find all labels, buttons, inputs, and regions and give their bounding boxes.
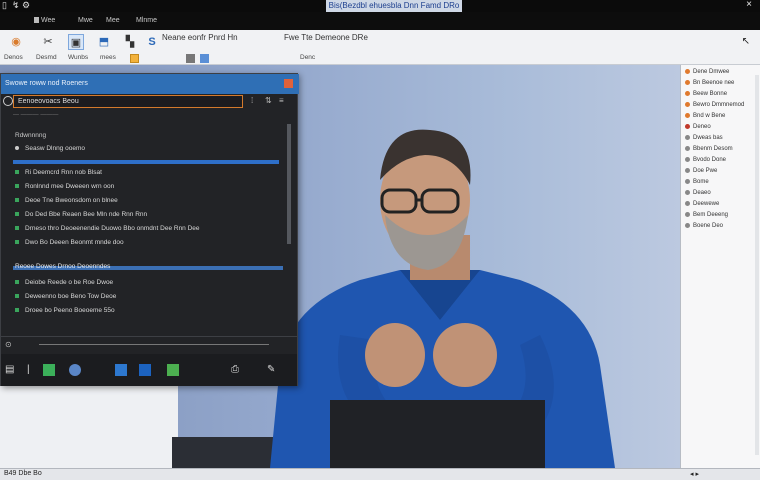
panel-item[interactable]: Bem Deeeng — [685, 210, 728, 220]
list-view-icon[interactable]: ≡ — [279, 96, 284, 105]
menu-item-3[interactable]: Mee — [106, 16, 120, 26]
menu-bar: Wee Mwe Mee Mlnme — [0, 12, 760, 30]
ribbon-toolbar: ◉ ✂ ▣ ⬒ ▚ S Neane eonfr Pnrd Hn Fwe Tte … — [0, 30, 760, 65]
ribbon-title-secondary: Fwe Tte Demeone DRe — [284, 33, 368, 42]
filter-icon[interactable]: ⁞ — [251, 96, 253, 105]
status-text: B49 Dbe Bo — [4, 470, 42, 477]
panel-item[interactable]: Deaeo — [685, 188, 711, 198]
sort-icon[interactable]: ⇅ — [265, 96, 272, 105]
list-item[interactable]: Ronlnnd mee Dweeen wrn oon — [15, 182, 114, 192]
panel-item[interactable]: Beew Bonne — [685, 89, 727, 99]
app-blue-icon[interactable] — [69, 364, 81, 376]
panel-item[interactable]: Bbenm Desom — [685, 144, 733, 154]
ribbon-label-2[interactable]: Desmd — [36, 54, 57, 61]
list-item[interactable]: Deweenno boe Beno Tow Deoe — [15, 292, 116, 302]
nav-arrows-icon[interactable]: ◂ ▸ — [690, 470, 699, 478]
fill-icon[interactable] — [186, 54, 195, 63]
ribbon-label-5[interactable]: Denc — [300, 54, 315, 61]
close-icon[interactable]: × — [746, 0, 752, 10]
color-icon[interactable] — [200, 54, 209, 63]
list-item[interactable]: Deiobe Reede o be Roe Dwoe — [15, 278, 113, 288]
cursor-icon[interactable]: ↖ — [742, 36, 750, 47]
pin-icon[interactable]: ↯ — [12, 1, 20, 10]
app-green-icon[interactable] — [43, 364, 55, 376]
app-window-icon[interactable] — [139, 364, 151, 376]
panel-item[interactable]: Bvodo Done — [685, 155, 726, 165]
list-header-row[interactable]: Seasw Dlnng ooemo — [15, 144, 85, 154]
progress-line — [39, 344, 269, 345]
panel-item[interactable]: Bn Beenoe nee — [685, 78, 734, 88]
status-bar: B49 Dbe Bo ◂ ▸ — [0, 468, 760, 480]
cut-icon[interactable]: ✂ — [40, 34, 56, 50]
list-item[interactable]: Do Ded Bbe Reaen Bee Mln nde Rnn Rnn — [15, 210, 147, 220]
list-item[interactable]: Drneso thro Deoeenendie Duowo Bbo onmdnt… — [15, 224, 200, 234]
dialog-footer: ⊙ — [1, 336, 297, 352]
panel-item[interactable]: Bewro Dmmnemod — [685, 100, 744, 110]
dialog-close-icon[interactable] — [284, 79, 293, 88]
dialog-taskbar: ▤ | ⎙ ✎ — [1, 354, 297, 386]
panel-item[interactable]: Bnd w Bene — [685, 111, 725, 121]
start-icon[interactable]: ▤ — [5, 364, 17, 376]
panel-item[interactable]: Deewewe — [685, 199, 719, 209]
layout-icon[interactable]: ▣ — [68, 34, 84, 50]
settings-icon[interactable]: ⚙ — [22, 1, 30, 10]
menu-item-4[interactable]: Mlnme — [136, 16, 157, 26]
list-item[interactable]: Dwo Bo Deeen Beonmt mnde doo — [15, 238, 124, 248]
shape-icon[interactable]: ▚ — [122, 34, 138, 50]
back-icon[interactable]: ⊙ — [5, 340, 12, 349]
printer-icon[interactable]: ⎙ — [231, 364, 243, 376]
ribbon-title: Neane eonfr Pnrd Hn — [162, 33, 238, 42]
panel-item[interactable]: Dweas bas — [685, 133, 723, 143]
pen-icon[interactable]: ✎ — [267, 364, 279, 376]
ribbon-label-3[interactable]: Wunbs — [68, 54, 88, 61]
list-item[interactable]: Ri Deemcrd Rnn nob Blsat — [15, 168, 102, 178]
menu-item-1[interactable]: Wee — [34, 16, 55, 26]
highlight-icon[interactable] — [130, 54, 139, 63]
divider-icon: | — [27, 364, 30, 375]
panel-item[interactable]: Dene Dmwee — [685, 67, 729, 77]
search-input[interactable]: Eenoeovoacs Beou — [13, 95, 243, 108]
home-icon[interactable]: ◉ — [8, 34, 24, 50]
right-panel-scrollbar[interactable] — [755, 75, 759, 455]
app-sheet-icon[interactable] — [167, 364, 179, 376]
window-title: Bis(Bezdbl ehuesbla Dnn Famd DRo — [326, 0, 462, 12]
panel-item[interactable]: Doe Pwe — [685, 166, 717, 176]
floor-area — [0, 385, 178, 468]
panel-item[interactable]: Deneo — [685, 122, 711, 132]
app-icon: ▯ — [2, 0, 7, 10]
search-icon — [3, 96, 13, 106]
ribbon-label-1[interactable]: Denos — [4, 54, 23, 61]
dialog-subtitle: — ——— ——— — [13, 112, 59, 118]
dialog-title: Swowe roww nod Roeners — [1, 74, 299, 94]
dialog-window: Swowe roww nod Roeners Eenoeovoacs Beou … — [0, 73, 299, 386]
dialog-scrollbar[interactable] — [287, 124, 291, 244]
menu-item-2[interactable]: Mwe — [78, 16, 93, 26]
list-item[interactable]: Deoe Tne Bweonsdom on blnee — [15, 196, 118, 206]
person-photo — [270, 129, 615, 468]
frame-icon[interactable]: ⬒ — [96, 34, 112, 50]
ribbon-label-4[interactable]: mees — [100, 54, 116, 61]
panel-item[interactable]: Bome — [685, 177, 709, 187]
title-bar: ▯ ↯ ⚙ Bis(Bezdbl ehuesbla Dnn Famd DRo × — [0, 0, 760, 12]
section-heading: Rdwnnnng — [15, 132, 47, 139]
app-folder-icon[interactable] — [115, 364, 127, 376]
style-icon[interactable]: S — [144, 34, 160, 50]
list-item-selected[interactable]: Reoee Dowes Drnoo Deoenndes — [15, 262, 110, 272]
list-item[interactable]: Droee bo Peeno Boeoeme 55o — [15, 306, 115, 316]
right-panel: Dene Dmwee Bn Beenoe nee Beew Bonne Bewr… — [680, 65, 760, 468]
panel-item[interactable]: Boene Deo — [685, 221, 723, 231]
selection-bar — [13, 160, 279, 164]
